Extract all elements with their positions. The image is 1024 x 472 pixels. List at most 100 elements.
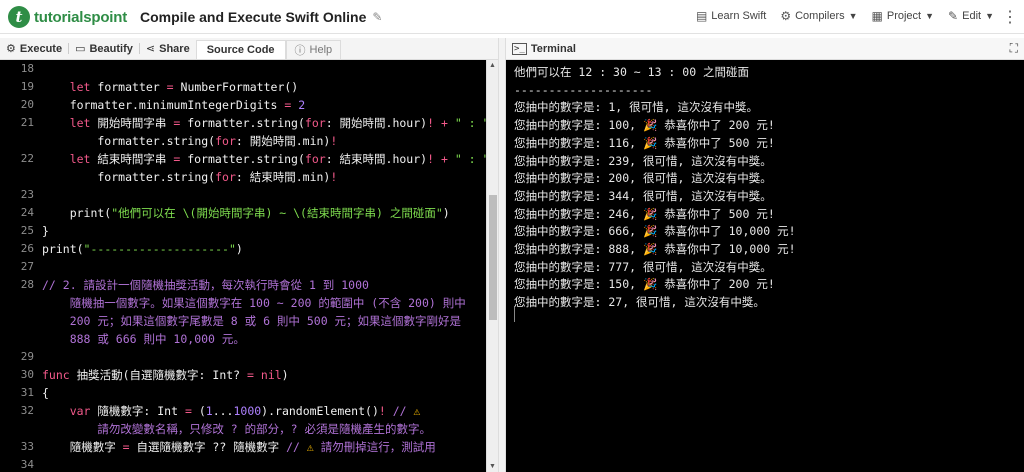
execute-button[interactable]: ⚙ Execute	[0, 38, 68, 59]
terminal-line: 您抽中的數字是: 100, 🎉 恭喜你中了 200 元!	[514, 118, 775, 133]
scrollbar-thumb[interactable]	[489, 195, 497, 320]
code-token: =	[122, 440, 130, 454]
line-number: 33	[20, 440, 34, 453]
nav-learn-swift[interactable]: ▤ Learn Swift	[696, 9, 766, 23]
code-token: 開始時間字串	[90, 116, 174, 130]
warning-icon: ⚠	[413, 404, 421, 418]
share-button[interactable]: ⋖ Share	[140, 38, 196, 59]
terminal-icon: >_	[512, 42, 527, 55]
code-token: "他們可以在 \(開始時間字串) ~ \(結束時間字串) 之間碰面"	[111, 206, 443, 220]
terminal-line: 您抽中的數字是: 116, 🎉 恭喜你中了 500 元!	[514, 135, 775, 150]
line-number: 20	[20, 98, 34, 111]
code-token: //	[286, 440, 307, 454]
code-token: !	[330, 134, 338, 148]
code-token: let	[69, 80, 91, 94]
execute-icon: ⚙	[6, 43, 16, 55]
nav-edit[interactable]: ✎ Edit ▼	[948, 9, 994, 23]
beautify-icon: ▭	[75, 43, 86, 55]
gear-icon: ⚙	[780, 9, 792, 23]
share-label: Share	[159, 42, 190, 55]
edit-title-icon[interactable]: ✎	[372, 10, 382, 24]
code-token: func	[42, 368, 70, 382]
line-number: 18	[20, 62, 34, 75]
page-title-text: Compile and Execute Swift Online	[140, 9, 367, 25]
beautify-button[interactable]: ▭ Beautify	[69, 38, 139, 59]
code-token: 2	[298, 98, 306, 112]
line-number: 31	[20, 386, 34, 399]
logo[interactable]: t tutorialspoint	[8, 5, 127, 29]
terminal-line: --------------------	[514, 82, 653, 97]
code-line: formatter.minimumIntegerDigits = 2	[42, 96, 305, 114]
terminal-line: 您抽中的數字是: 27, 很可惜, 這次沒有中獎。	[514, 295, 765, 310]
code-token: 請勿刪掉這行，測試用	[313, 440, 436, 454]
share-icon: ⋖	[145, 43, 156, 55]
tab-help[interactable]: ⓘ Help	[285, 40, 342, 59]
code-token: : 結束時間.hour)	[325, 152, 428, 166]
code-line: }	[42, 222, 49, 240]
terminal-line: 您抽中的數字是: 777, 很可惜, 這次沒有中獎。	[514, 259, 772, 274]
code-token: 隨機抽一個數字。如果這個數字在 100 ~ 200 的範圍中 (不含 200) …	[42, 296, 466, 310]
code-line: // 2. 請設計一個隨機抽獎活動，每次執行時會從 1 到 1000	[42, 276, 369, 294]
line-number: 28	[20, 278, 34, 291]
code-editor[interactable]: 181920212223242526272829303132333435 let…	[0, 60, 503, 472]
code-token: " : "	[454, 116, 490, 130]
nav-project-label: Project	[886, 10, 922, 22]
code-token: nil	[260, 368, 282, 382]
line-number: 34	[20, 458, 34, 471]
line-number: 27	[20, 260, 34, 273]
code-token: : 結束時間.min)	[235, 170, 331, 184]
code-token: )	[281, 368, 289, 382]
code-token: ...	[212, 404, 234, 418]
code-token: formatter.string(	[42, 170, 216, 184]
nav-project[interactable]: ▦ Project ▼	[872, 9, 935, 23]
code-token: ).randomElement()	[261, 404, 379, 418]
code-token: formatter.string(	[42, 134, 216, 148]
tab-source-code[interactable]: Source Code	[195, 40, 286, 59]
code-token: 1000	[233, 404, 262, 418]
terminal-title: Terminal	[530, 42, 576, 55]
code-token: 1	[205, 404, 213, 418]
terminal-line: 您抽中的數字是: 200, 很可惜, 這次沒有中獎。	[514, 171, 772, 186]
scroll-down-icon[interactable]: ▼	[489, 463, 496, 470]
logo-icon: t	[8, 6, 30, 28]
code-token: "--------------------"	[83, 242, 236, 256]
expand-icon[interactable]: ⛶	[1010, 41, 1018, 56]
code-token: 隨機數字: Int	[90, 404, 185, 418]
caret-down-icon: ▼	[848, 11, 858, 21]
execute-label: Execute	[19, 42, 63, 55]
code-token: +	[440, 152, 448, 166]
pane-splitter[interactable]	[498, 38, 506, 472]
code-token: !	[378, 404, 386, 418]
code-token: " : "	[454, 152, 490, 166]
nav-compilers[interactable]: ⚙ Compilers ▼	[780, 9, 857, 23]
code-line: 隨機數字 = 自選隨機數字 ?? 隨機數字 // ⚠ 請勿刪掉這行，測試用	[42, 438, 436, 456]
code-token: 結束時間字串	[90, 152, 174, 166]
code-token: for	[215, 134, 236, 148]
code-token: formatter.string(	[180, 116, 305, 130]
terminal-output[interactable]: 他們可以在 12 : 30 ~ 13 : 00 之間碰面 ------------…	[506, 60, 1024, 472]
more-options-icon[interactable]: ⋮	[1002, 7, 1018, 27]
scroll-up-icon[interactable]: ▲	[489, 62, 496, 69]
code-token: +	[440, 116, 448, 130]
code-token: =	[166, 80, 174, 94]
line-number-gutter: 181920212223242526272829303132333435	[0, 60, 36, 472]
line-number: 24	[20, 206, 34, 219]
code-token: print(	[42, 206, 112, 220]
line-number: 29	[20, 350, 34, 363]
code-token: // 2. 請設計一個隨機抽獎活動，每次執行時會從 1 到 1000	[42, 278, 369, 292]
code-token: !	[427, 116, 435, 130]
code-token: 200 元；如果這個數字尾數是 8 或 6 則中 500 元；如果這個數字剛好是	[42, 314, 462, 328]
code-line: 888 或 666 則中 10,000 元。	[42, 330, 245, 348]
editor-scrollbar[interactable]: ▲ ▼	[486, 60, 498, 472]
terminal-line: 您抽中的數字是: 246, 🎉 恭喜你中了 500 元!	[514, 206, 775, 221]
logo-text: tutorialspoint	[34, 8, 128, 26]
code-token: print(	[42, 242, 84, 256]
edit-icon: ✎	[948, 9, 959, 23]
